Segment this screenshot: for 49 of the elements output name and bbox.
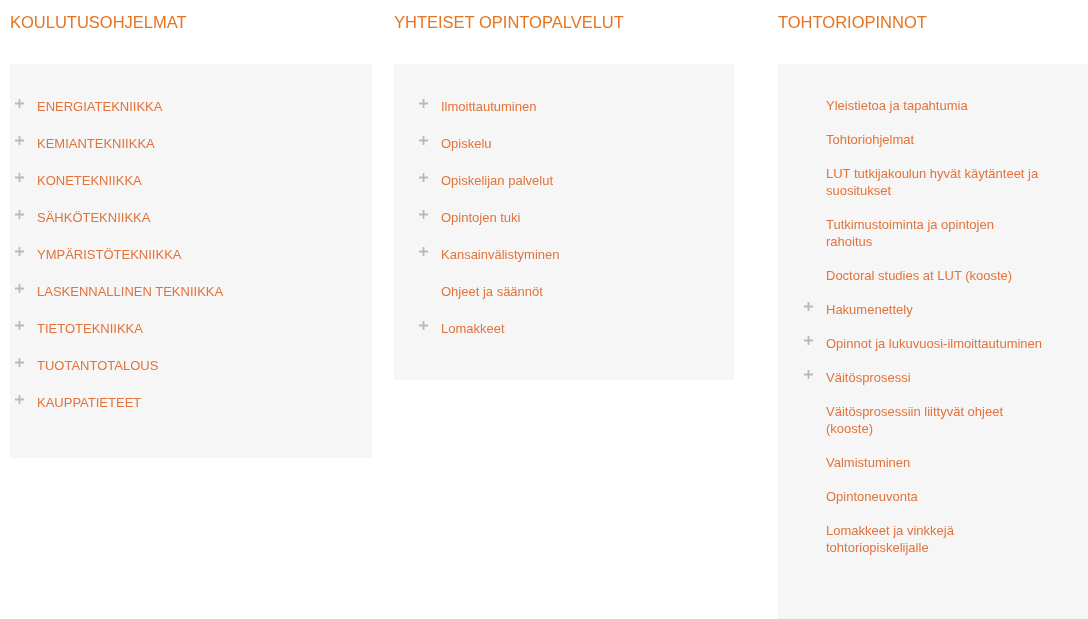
plus-icon[interactable] — [15, 358, 24, 367]
menu-link[interactable]: Opintojen tuki — [441, 209, 521, 226]
plus-icon[interactable] — [15, 321, 24, 330]
menu-link[interactable]: Ohjeet ja säännöt — [441, 283, 543, 300]
menu-link[interactable]: KAUPPATIETEET — [37, 394, 142, 411]
plus-icon[interactable] — [804, 336, 813, 345]
menu-link[interactable]: Yleistietoa ja tapahtumia — [826, 97, 968, 114]
column-heading: YHTEISET OPINTOPALVELUT — [394, 12, 625, 33]
menu-link[interactable]: LASKENNALLINEN TEKNIIKKA — [37, 283, 224, 300]
menu-link[interactable]: Väitösprosessiin liittyvät ohjeet (kooste) — [826, 403, 1041, 437]
menu-link[interactable]: Hakumenettely — [826, 301, 913, 318]
menu-link[interactable]: ENERGIATEKNIIKKA — [37, 98, 163, 115]
plus-icon[interactable] — [15, 210, 24, 219]
menu-link[interactable]: Opintoneuvonta — [826, 488, 918, 505]
plus-icon[interactable] — [15, 99, 24, 108]
menu-link[interactable]: Lomakkeet ja vinkkejä tohtoriopiskelijalle — [826, 522, 1041, 556]
plus-icon[interactable] — [419, 136, 428, 145]
menu-link[interactable]: Tutkimustoiminta ja opintojen rahoitus — [826, 216, 1041, 250]
menu-link[interactable]: SÄHKÖTEKNIIKKA — [37, 209, 151, 226]
plus-icon[interactable] — [15, 284, 24, 293]
plus-icon[interactable] — [15, 247, 24, 256]
plus-icon[interactable] — [419, 210, 428, 219]
plus-icon[interactable] — [15, 395, 24, 404]
menu-link[interactable]: KONETEKNIIKKA — [37, 172, 142, 189]
plus-icon[interactable] — [419, 321, 428, 330]
menu-link[interactable]: Opinnot ja lukuvuosi-ilmoittautuminen — [826, 335, 1043, 352]
menu-link[interactable]: TIETOTEKNIIKKA — [37, 320, 143, 337]
menu-link[interactable]: Doctoral studies at LUT (kooste) — [826, 267, 1013, 284]
menu-link[interactable]: Tohtoriohjelmat — [826, 131, 915, 148]
menu-link[interactable]: Opiskelijan palvelut — [441, 172, 553, 189]
plus-icon[interactable] — [15, 136, 24, 145]
menu-link[interactable]: Valmistuminen — [826, 454, 911, 471]
menu-link[interactable]: Opiskelu — [441, 135, 492, 152]
plus-icon[interactable] — [15, 173, 24, 182]
menu-link[interactable]: Väitösprosessi — [826, 369, 911, 386]
column-heading: TOHTORIOPINNOT — [778, 12, 928, 33]
plus-icon[interactable] — [419, 173, 428, 182]
menu-link[interactable]: TUOTANTOTALOUS — [37, 357, 159, 374]
plus-icon[interactable] — [804, 302, 813, 311]
menu-link[interactable]: Lomakkeet — [441, 320, 505, 337]
column-heading: KOULUTUSOHJELMAT — [10, 12, 188, 33]
plus-icon[interactable] — [804, 370, 813, 379]
menu-link[interactable]: Ilmoittautuminen — [441, 98, 537, 115]
plus-icon[interactable] — [419, 99, 428, 108]
menu-link[interactable]: KEMIANTEKNIIKKA — [37, 135, 155, 152]
plus-icon[interactable] — [419, 247, 428, 256]
menu-link[interactable]: Kansainvälistyminen — [441, 246, 560, 263]
menu-link[interactable]: YMPÄRISTÖTEKNIIKKA — [37, 246, 182, 263]
menu-link[interactable]: LUT tutkijakoulun hyvät käytänteet ja suositukset — [826, 165, 1041, 199]
